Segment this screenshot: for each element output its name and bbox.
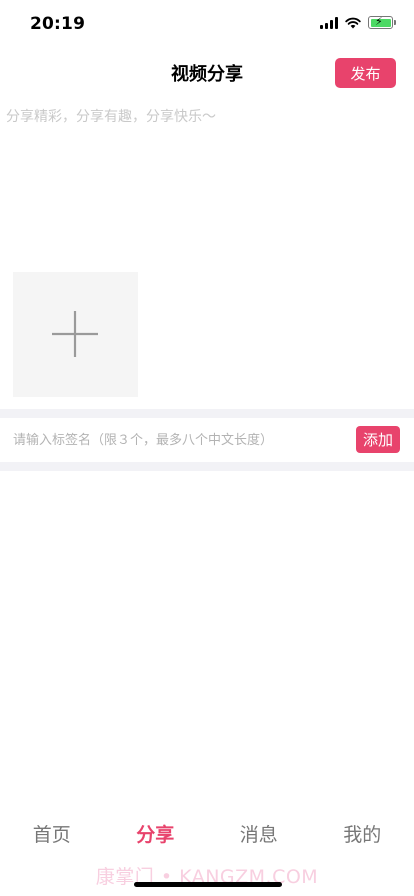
add-media-button[interactable] — [13, 272, 138, 397]
add-tag-button[interactable]: 添加 — [356, 426, 400, 453]
section-divider — [0, 462, 414, 471]
home-indicator — [134, 882, 282, 887]
section-divider — [0, 409, 414, 418]
tab-messages[interactable]: 消息 — [207, 800, 311, 862]
wifi-icon — [345, 17, 361, 28]
description-input[interactable] — [6, 106, 406, 128]
cellular-signal-icon — [320, 16, 338, 29]
status-icons: ⚡ — [320, 15, 396, 29]
status-time: 20:19 — [30, 14, 86, 34]
tab-mine[interactable]: 我的 — [311, 800, 414, 862]
status-bar: 20:19 ⚡ — [0, 0, 414, 48]
tag-input[interactable] — [13, 430, 343, 450]
tab-bar: 首页 分享 消息 我的 — [0, 800, 414, 862]
tab-share[interactable]: 分享 — [104, 800, 208, 862]
battery-charging-icon: ⚡ — [368, 15, 393, 29]
plus-icon — [52, 311, 98, 357]
tab-home[interactable]: 首页 — [0, 800, 104, 862]
publish-button[interactable]: 发布 — [335, 58, 396, 88]
